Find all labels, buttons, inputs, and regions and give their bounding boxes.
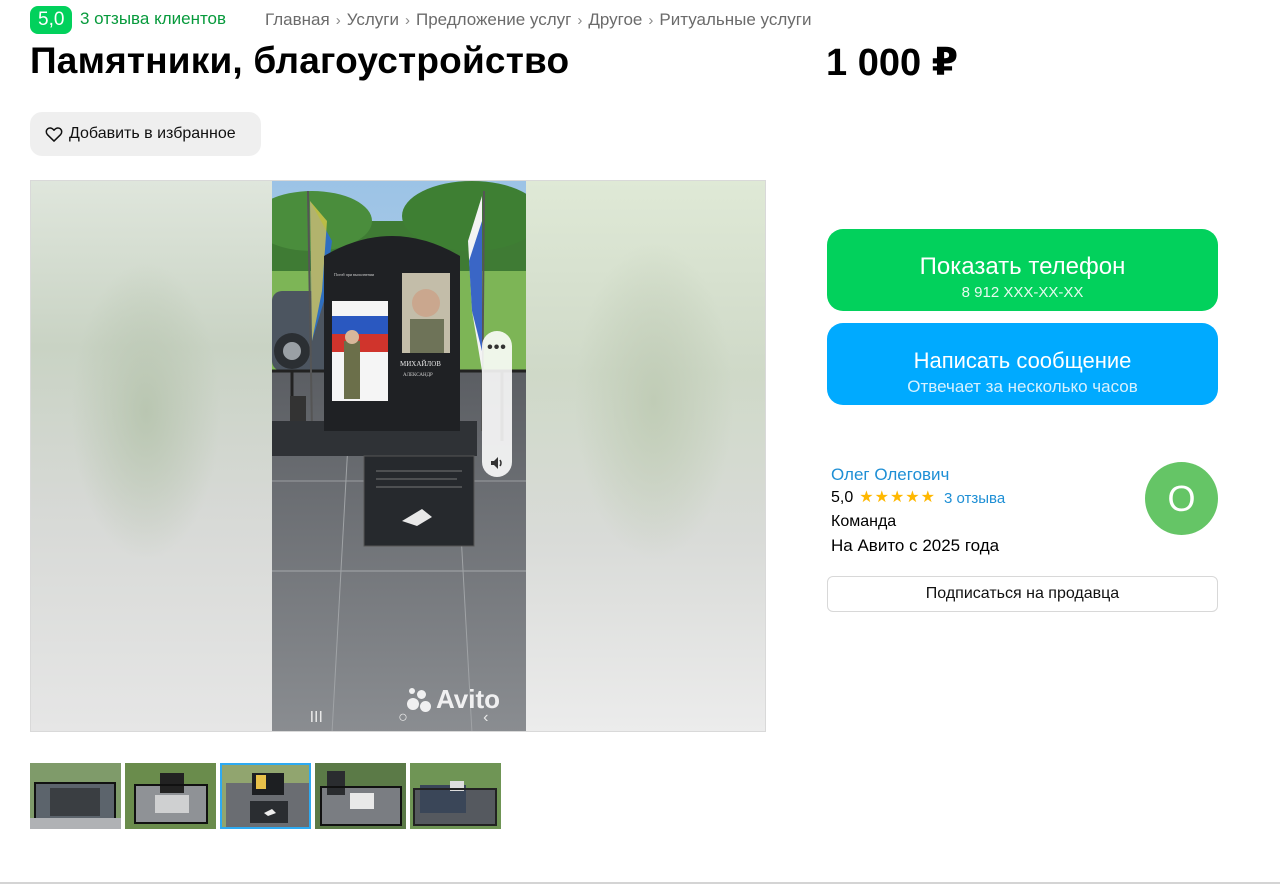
photo-side-controls: ••• [482, 331, 512, 477]
main-photo[interactable]: МИХАЙЛОВ АЛЕКСАНДР Погиб при выполнении … [272, 181, 526, 731]
seller-rating-value: 5,0 [831, 489, 854, 506]
write-message-button[interactable]: Написать сообщение Отвечает за несколько… [827, 323, 1218, 405]
home-circle-icon: ○ [398, 709, 408, 726]
thumbnail-image [315, 763, 406, 829]
blurred-photo-background-right [524, 181, 765, 731]
breadcrumb-item-services[interactable]: Услуги [347, 10, 399, 30]
seller-since: На Авито с 2025 года [831, 536, 1000, 555]
volume-icon[interactable] [489, 455, 505, 471]
breadcrumb-item-service-offer[interactable]: Предложение услуг [416, 10, 571, 30]
write-message-label: Написать сообщение [913, 347, 1132, 373]
subscribe-to-seller-button[interactable]: Подписаться на продавца [827, 576, 1218, 612]
thumbnail-image [125, 763, 216, 829]
response-time-text: Отвечает за несколько часов [907, 376, 1138, 396]
seller-reviews-link[interactable]: 3 отзыва [944, 490, 1005, 507]
chevron-right-icon: › [577, 11, 583, 29]
seller-avatar[interactable]: О [1145, 462, 1218, 535]
heart-icon [45, 127, 63, 142]
star-rating: ★ ★ ★ ★ ★ [859, 490, 936, 506]
chevron-right-icon: › [335, 11, 341, 29]
thumbnail-3-active[interactable] [220, 763, 311, 829]
star-icon: ★ [889, 489, 905, 506]
breadcrumb: Главная › Услуги › Предложение услуг › Д… [265, 10, 811, 30]
star-icon: ★ [859, 489, 874, 506]
thumbnail-strip [30, 763, 501, 829]
blurred-photo-background-left [31, 181, 272, 731]
show-phone-button[interactable]: Показать телефон 8 912 XXX-XX-XX [827, 229, 1218, 311]
add-to-favorites-button[interactable]: Добавить в избранное [30, 112, 261, 156]
thumbnail-2[interactable] [125, 763, 216, 829]
svg-text:Погиб при выполнении: Погиб при выполнении [334, 272, 375, 277]
thumbnail-image [30, 763, 121, 829]
price: 1 000 ₽ [826, 42, 959, 84]
photo-gallery[interactable]: МИХАЙЛОВ АЛЕКСАНДР Погиб при выполнении … [30, 180, 766, 732]
seller-rating: 5,0 ★ ★ ★ ★ ★ 3 отзыва [831, 489, 1005, 507]
show-phone-label: Показать телефон [919, 253, 1126, 280]
breadcrumb-item-home[interactable]: Главная [265, 10, 330, 30]
phone-navbar-overlay: III ○ ‹ [272, 709, 526, 727]
thumbnail-5[interactable] [410, 763, 501, 829]
thumbnail-4[interactable] [315, 763, 406, 829]
chevron-right-icon: › [405, 11, 410, 29]
masked-phone-number: 8 912 XXX-XX-XX [961, 284, 1084, 301]
svg-text:МИХАЙЛОВ: МИХАЙЛОВ [400, 360, 441, 368]
reviews-link[interactable]: 3 отзыва клиентов [80, 9, 226, 29]
star-icon: ★ [920, 489, 935, 506]
thumbnail-1[interactable] [30, 763, 121, 829]
more-dots-icon[interactable]: ••• [482, 339, 512, 357]
back-chevron-icon: ‹ [483, 709, 489, 726]
add-to-favorites-label: Добавить в избранное [69, 125, 236, 142]
thumbnail-image [410, 763, 501, 829]
star-icon: ★ [874, 489, 889, 506]
page-title: Памятники, благоустройство [30, 40, 570, 81]
breadcrumb-item-other[interactable]: Другое [588, 10, 642, 30]
recent-apps-icon: III [309, 709, 323, 726]
chevron-right-icon: › [648, 11, 654, 29]
rating-badge: 5,0 [30, 6, 73, 34]
star-icon: ★ [905, 489, 920, 506]
breadcrumb-item-ritual-services[interactable]: Ритуальные услуги [659, 10, 811, 30]
svg-text:АЛЕКСАНДР: АЛЕКСАНДР [403, 373, 433, 378]
seller-name-link[interactable]: Олег Олегович [831, 465, 949, 485]
seller-type: Команда [831, 513, 897, 530]
thumbnail-image [222, 765, 309, 827]
